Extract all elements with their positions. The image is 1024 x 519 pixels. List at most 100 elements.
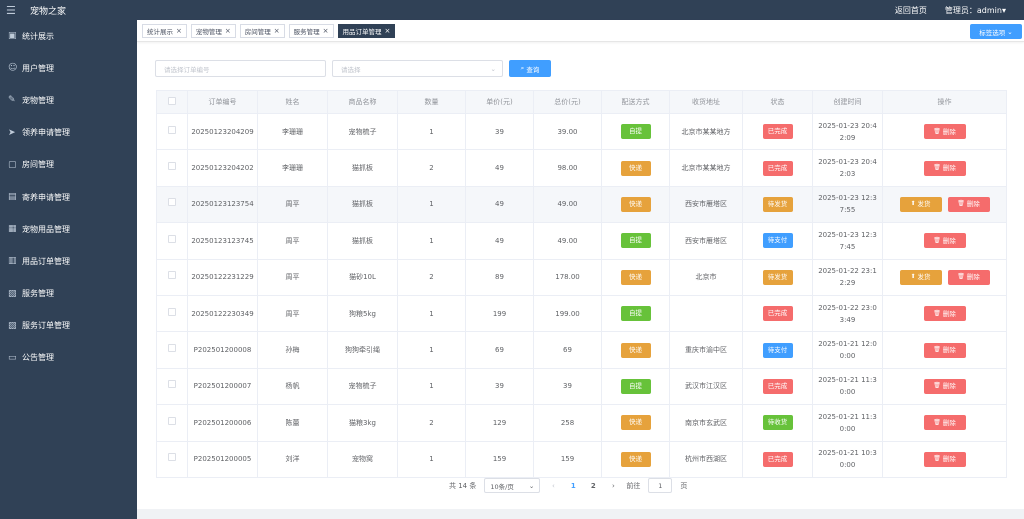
created-time: 2025-01-21 12:00:00 — [812, 331, 883, 369]
total-price: 39.00 — [533, 112, 602, 151]
actions-cell: ⬆ 发货 🗑 删除 — [882, 185, 1007, 224]
status-cell: 待发货 — [742, 258, 813, 296]
goto-page-input[interactable]: 1 — [648, 478, 673, 493]
delete-button[interactable]: 🗑 删除 — [947, 196, 990, 212]
room-icon: ▢ — [8, 159, 17, 170]
row-checkbox[interactable] — [168, 416, 176, 425]
table-row[interactable]: P202501200008 孙梅 狗狗牵引绳 1 69 69 快递 重庆市渝中区… — [156, 331, 1007, 369]
tab-tag[interactable]: 服务管理 × — [288, 23, 334, 38]
caret-down-icon: ▾ — [1001, 5, 1006, 15]
close-icon[interactable]: × — [323, 27, 329, 35]
table-row[interactable]: 20250123123754 周平 猫抓板 1 49 49.00 快递 西安市雁… — [156, 185, 1007, 224]
sidebar-item[interactable]: ☺ 用户管理 — [0, 52, 137, 84]
close-icon[interactable]: × — [274, 27, 280, 35]
delete-button[interactable]: 🗑 删除 — [923, 451, 966, 467]
page-number[interactable]: 2 — [586, 482, 600, 490]
delete-button[interactable]: 🗑 删除 — [947, 269, 990, 285]
close-icon[interactable]: × — [225, 27, 231, 35]
upload-icon: ⬆ — [910, 200, 916, 208]
order-table: 订单编号 姓名 商品名称 数量 单价(元) 总价(元) 配送方式 收货地址 状态 创建时间 操作 2… — [156, 90, 1007, 478]
prev-page-icon[interactable]: ‹ — [548, 482, 558, 490]
delete-button[interactable]: 🗑 删除 — [923, 306, 966, 322]
ship-button[interactable]: ⬆ 发货 — [899, 269, 942, 285]
created-time: 2025-01-22 23:03:49 — [812, 294, 883, 333]
order-number-input[interactable]: 请选择订单编号 — [155, 60, 326, 77]
home-link[interactable]: 返回首页 — [895, 5, 927, 16]
admin-menu[interactable]: 管理员：admin▾ — [945, 5, 1006, 16]
column-header: 状态 — [742, 90, 813, 114]
tab-tag[interactable]: 房间管理 × — [239, 23, 285, 38]
delete-button[interactable]: 🗑 删除 — [923, 160, 966, 176]
status-cell: 待发货 — [742, 185, 813, 224]
status-cell: 待支付 — [742, 222, 813, 260]
row-checkbox[interactable] — [168, 198, 176, 207]
row-checkbox[interactable] — [168, 453, 176, 462]
delete-button-label: 删除 — [942, 236, 956, 245]
sidebar-item[interactable]: ▧ 服务管理 — [0, 278, 137, 310]
search-button[interactable]: ⌕ 查询 — [509, 60, 551, 77]
column-header: 姓名 — [257, 90, 328, 114]
row-checkbox[interactable] — [168, 234, 176, 243]
status-cell: 已完成 — [742, 149, 813, 187]
row-select-cell — [156, 331, 188, 369]
sidebar-item-label: 寄养申请管理 — [22, 192, 70, 202]
close-icon[interactable]: × — [385, 27, 391, 35]
table-row[interactable]: P202501200005 刘洋 宠物窝 1 159 159 快递 杭州市西湖区… — [156, 440, 1007, 478]
select-all-checkbox[interactable] — [168, 97, 176, 105]
sidebar-item[interactable]: ✎ 宠物管理 — [0, 84, 137, 116]
delete-button[interactable]: 🗑 删除 — [923, 233, 966, 249]
sidebar-item[interactable]: ▤ 寄养申请管理 — [0, 181, 137, 213]
delete-button[interactable]: 🗑 删除 — [923, 124, 966, 140]
tab-tag[interactable]: 统计展示 × — [142, 23, 187, 38]
shipping-address: 武汉市江汉区 — [669, 367, 743, 406]
tag-options-button[interactable]: 标签选项 ⌄ — [970, 24, 1022, 39]
tab-tag[interactable]: 宠物管理 × — [190, 23, 236, 38]
customer-name: 周平 — [257, 294, 328, 333]
product-name: 狗狗牵引绳 — [327, 331, 398, 369]
trash-icon: 🗑 — [957, 273, 965, 281]
delete-button[interactable]: 🗑 删除 — [923, 342, 966, 358]
order-number: P202501200006 — [187, 404, 258, 442]
sidebar-item[interactable]: ▭ 公告管理 — [0, 342, 137, 374]
next-page-icon[interactable]: › — [608, 482, 618, 490]
table-row[interactable]: 20250122230349 周平 狗粮5kg 1 199 199.00 自提 … — [156, 294, 1007, 333]
customer-name: 李珊珊 — [257, 149, 328, 187]
table-row[interactable]: 20250123123745 周平 猫抓板 1 49 49.00 自提 西安市雁… — [156, 222, 1007, 260]
shipping-address: 南京市玄武区 — [669, 404, 743, 442]
status-badge: 已完成 — [762, 160, 793, 176]
sidebar-item[interactable]: ▨ 服务订单管理 — [0, 310, 137, 342]
status-select[interactable]: 请选择 ⌄ — [332, 60, 503, 77]
order-number: 20250123123754 — [187, 185, 258, 224]
table-row[interactable]: 20250123204202 李珊珊 猫抓板 2 49 98.00 快递 北京市… — [156, 149, 1007, 187]
page-size-select[interactable]: 10条/页 ⌄ — [484, 478, 541, 493]
delete-button[interactable]: 🗑 删除 — [923, 415, 966, 431]
table-row[interactable]: 20250122231229 周平 猫砂10L 2 89 178.00 快递 北… — [156, 258, 1007, 296]
row-checkbox[interactable] — [168, 162, 176, 171]
tab-tag[interactable]: 用品订单管理 × — [337, 23, 396, 38]
table-row[interactable]: P202501200006 陈蕾 猫粮3kg 2 129 258 快递 南京市玄… — [156, 404, 1007, 442]
page-number[interactable]: 1 — [566, 482, 580, 490]
select-all-cell — [156, 90, 188, 114]
ship-button[interactable]: ⬆ 发货 — [899, 196, 942, 212]
sidebar-item[interactable]: ➤ 领养申请管理 — [0, 117, 137, 149]
delivery-badge: 自提 — [620, 306, 651, 322]
order-number: 20250123204202 — [187, 149, 258, 187]
row-checkbox[interactable] — [168, 344, 176, 353]
main-content: 统计展示 × 宠物管理 × 房间管理 × 服务管理 × 用品订单管理 × 标签选项 ⌄ 请选择订单… — [137, 20, 1024, 519]
row-checkbox[interactable] — [168, 125, 176, 134]
close-icon[interactable]: × — [176, 27, 182, 35]
row-checkbox[interactable] — [168, 380, 176, 389]
sidebar-item[interactable]: ▣ 统计展示 — [0, 20, 137, 52]
sidebar-item[interactable]: ▢ 房间管理 — [0, 149, 137, 181]
row-checkbox[interactable] — [168, 307, 176, 316]
menu-toggle-icon[interactable]: ☰ — [6, 4, 20, 17]
sidebar-item[interactable]: ▥ 用品订单管理 — [0, 245, 137, 277]
total-price: 258 — [533, 404, 602, 442]
row-checkbox[interactable] — [168, 271, 176, 280]
row-select-cell — [156, 222, 188, 260]
sidebar-item[interactable]: ▦ 宠物用品管理 — [0, 213, 137, 245]
delete-button[interactable]: 🗑 删除 — [923, 378, 966, 394]
table-row[interactable]: P202501200007 杨帆 宠物梳子 1 39 39 自提 武汉市江汉区 … — [156, 367, 1007, 406]
table-row[interactable]: 20250123204209 李珊珊 宠物梳子 1 39 39.00 自提 北京… — [156, 112, 1007, 151]
chevron-down-icon: ⌄ — [1005, 27, 1013, 36]
